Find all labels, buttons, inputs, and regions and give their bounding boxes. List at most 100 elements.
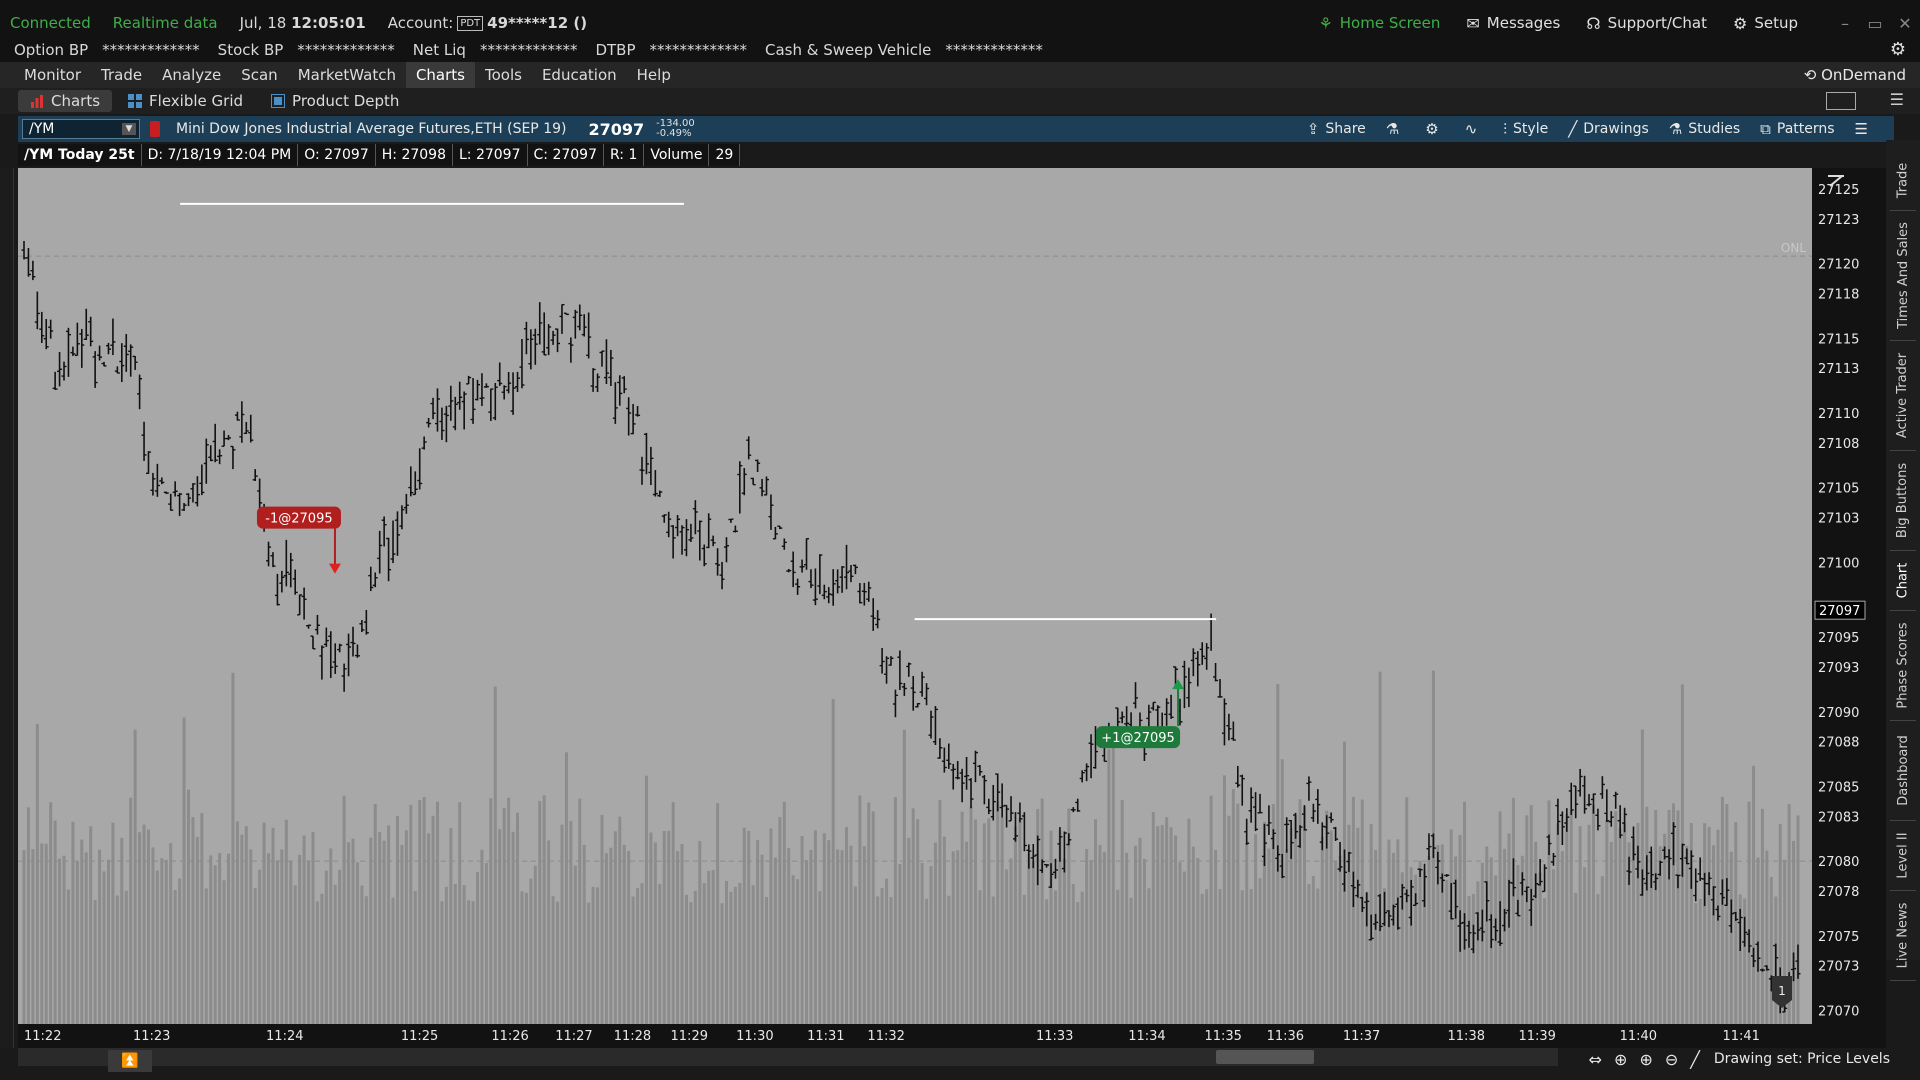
price-tick-label: 27088 bbox=[1818, 736, 1859, 751]
price-chart[interactable]: ONL -1@27095 +1@27095 27125 27123 27120 2711… bbox=[18, 168, 1886, 1048]
messages-button[interactable]: ✉ Messages bbox=[1466, 14, 1560, 33]
side-tab-live-news[interactable]: Live News bbox=[1886, 890, 1920, 980]
volume-bar bbox=[1071, 883, 1075, 1024]
home-screen-button[interactable]: ⚘ Home Screen bbox=[1318, 14, 1440, 33]
order-bubble-label: +1@27095 bbox=[1101, 731, 1175, 746]
side-tab-trade[interactable]: Trade bbox=[1886, 150, 1920, 210]
volume-bar bbox=[467, 900, 471, 1024]
account-field-stock-bp[interactable]: Stock BP ************* bbox=[218, 41, 395, 59]
ondemand-button[interactable]: ⟲ OnDemand bbox=[1804, 62, 1906, 88]
account-row: Option BP ************* Stock BP *********… bbox=[0, 38, 1920, 62]
list-menu-icon[interactable]: ☰ bbox=[1890, 90, 1904, 109]
chart-menu-button[interactable]: ☰ bbox=[1855, 120, 1874, 138]
menu-scan[interactable]: Scan bbox=[231, 62, 287, 88]
chart-settings-button[interactable]: ⚙ bbox=[1425, 120, 1444, 138]
realtime-status[interactable]: Realtime data bbox=[113, 14, 218, 32]
chart-mode-button[interactable]: ∿ bbox=[1465, 120, 1484, 138]
volume-bar bbox=[942, 836, 946, 1024]
tab-charts[interactable]: Charts bbox=[18, 90, 113, 112]
flask-button[interactable]: ⚗ bbox=[1386, 120, 1405, 138]
volume-bar bbox=[1591, 805, 1595, 1024]
side-tab-phase-scores[interactable]: Phase Scores bbox=[1886, 610, 1920, 720]
account-field-label: Option BP bbox=[14, 41, 89, 59]
tab-flexible-grid[interactable]: Flexible Grid bbox=[116, 90, 255, 112]
link-color-flag-icon[interactable] bbox=[150, 121, 160, 137]
volume-bar bbox=[422, 797, 426, 1024]
account-selector[interactable]: Account: PDT 49*****12 () bbox=[388, 14, 587, 32]
tab-product-depth[interactable]: Product Depth bbox=[259, 90, 411, 112]
side-tab-label: Level II bbox=[1895, 831, 1911, 879]
zoom-out-icon[interactable]: ⊖ bbox=[1665, 1050, 1678, 1069]
setup-button[interactable]: ⚙ Setup bbox=[1733, 14, 1798, 33]
volume-bar bbox=[1463, 801, 1467, 1024]
volume-bar bbox=[1609, 842, 1613, 1024]
volume-bar bbox=[209, 855, 213, 1024]
menu-help[interactable]: Help bbox=[627, 62, 681, 88]
chart-title: /YM Today 25t bbox=[18, 144, 142, 166]
menu-analyze[interactable]: Analyze bbox=[152, 62, 231, 88]
draw-line-icon[interactable]: ╱ bbox=[1690, 1050, 1700, 1069]
volume-bar bbox=[1560, 851, 1564, 1024]
volume-bar bbox=[1760, 808, 1764, 1024]
volume-bar bbox=[146, 829, 150, 1024]
menu-tools[interactable]: Tools bbox=[475, 62, 532, 88]
account-field-option-bp[interactable]: Option BP ************* bbox=[14, 41, 200, 59]
style-button[interactable]: ⫶ Style bbox=[1503, 120, 1548, 138]
minimize-icon[interactable]: – bbox=[1830, 14, 1860, 33]
menu-monitor[interactable]: Monitor bbox=[14, 62, 91, 88]
volume-bar bbox=[1480, 862, 1484, 1024]
account-field-net-liq[interactable]: Net Liq ************* bbox=[413, 41, 578, 59]
scrollbar-thumb[interactable] bbox=[1216, 1050, 1314, 1064]
tab-product-depth-label: Product Depth bbox=[292, 92, 400, 110]
volume-bar bbox=[1565, 813, 1569, 1024]
ondemand-icon: ⟲ bbox=[1803, 66, 1822, 84]
side-tab-times-and-sales[interactable]: Times And Sales bbox=[1886, 210, 1920, 340]
layout-selector-icon[interactable] bbox=[1826, 92, 1856, 110]
volume-bar bbox=[871, 811, 875, 1024]
price-tick-label: 27115 bbox=[1818, 332, 1859, 347]
account-field-cash-sweep[interactable]: Cash & Sweep Vehicle ************* bbox=[765, 41, 1043, 59]
account-field-value: ************* bbox=[102, 41, 200, 59]
collapse-up-icon[interactable]: ⏫ bbox=[108, 1050, 152, 1072]
side-tab-level-ii[interactable]: Level II bbox=[1886, 820, 1920, 890]
side-tab-big-buttons[interactable]: Big Buttons bbox=[1886, 450, 1920, 550]
symbol-input[interactable]: /YM ▼ bbox=[22, 119, 140, 139]
zoom-in-icon[interactable]: ⊕ bbox=[1639, 1050, 1652, 1069]
patterns-button[interactable]: ⧉ Patterns bbox=[1760, 120, 1834, 138]
drawings-button[interactable]: ╱ Drawings bbox=[1568, 120, 1649, 138]
horizontal-scrollbar[interactable] bbox=[18, 1048, 1558, 1066]
menu-trade[interactable]: Trade bbox=[91, 62, 152, 88]
side-tab-dashboard[interactable]: Dashboard bbox=[1886, 720, 1920, 820]
chart-info-bar: /YM Today 25t D: 7/18/19 12:04 PM O: 270… bbox=[18, 144, 741, 166]
maximize-icon[interactable]: ▭ bbox=[1860, 14, 1890, 33]
support-chat-button[interactable]: ☊ Support/Chat bbox=[1586, 14, 1707, 33]
studies-button[interactable]: ⚗ Studies bbox=[1669, 120, 1740, 138]
volume-bar bbox=[391, 897, 395, 1024]
drawing-set-label[interactable]: Drawing set: Price Levels bbox=[1714, 1051, 1890, 1067]
menu-education[interactable]: Education bbox=[532, 62, 627, 88]
crosshair-icon[interactable]: ⊕ bbox=[1614, 1050, 1627, 1069]
menu-charts[interactable]: Charts bbox=[405, 62, 475, 88]
account-settings-gear-icon[interactable]: ⚙ bbox=[1890, 39, 1906, 60]
volume-bar bbox=[1089, 860, 1093, 1024]
chevron-down-icon[interactable]: ▼ bbox=[122, 123, 136, 135]
price-tick-label: 27070 bbox=[1818, 1005, 1859, 1020]
volume-bar bbox=[1205, 889, 1209, 1024]
account-field-dtbp[interactable]: DTBP ************* bbox=[595, 41, 747, 59]
time-tick-label: 11:37 bbox=[1343, 1029, 1380, 1044]
volume-bar bbox=[911, 808, 915, 1024]
left-collapse-strip[interactable] bbox=[0, 168, 14, 1058]
volume-bar bbox=[778, 817, 782, 1024]
volume-bar bbox=[858, 795, 862, 1024]
side-tab-separator bbox=[1890, 980, 1916, 981]
close-icon[interactable]: ✕ bbox=[1890, 14, 1920, 33]
share-button[interactable]: ⇪ Share bbox=[1307, 120, 1366, 138]
volume-bar bbox=[684, 894, 688, 1024]
volume-bar bbox=[235, 821, 239, 1024]
menu-marketwatch[interactable]: MarketWatch bbox=[288, 62, 406, 88]
side-tab-active-trader[interactable]: Active Trader bbox=[1886, 340, 1920, 450]
volume-bar bbox=[129, 797, 133, 1024]
side-tab-chart[interactable]: Chart bbox=[1886, 550, 1920, 610]
pan-arrows-icon[interactable]: ⇔ bbox=[1589, 1050, 1602, 1069]
volume-bar bbox=[1107, 749, 1111, 1024]
